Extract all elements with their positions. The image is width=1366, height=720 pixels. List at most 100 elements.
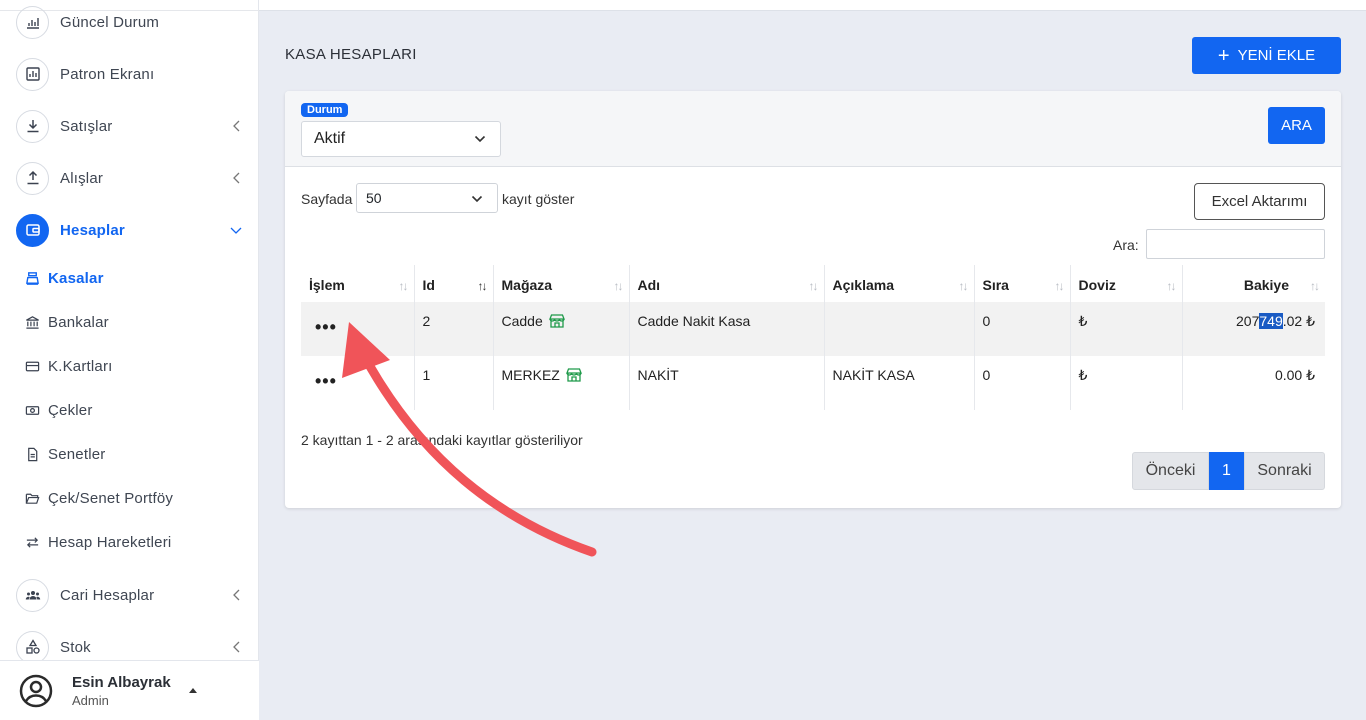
- sidebar-item-label: Cari Hesaplar: [60, 586, 155, 604]
- sidebar-item-kasalar[interactable]: Kasalar: [24, 264, 244, 292]
- cell-currency: ₺: [1070, 302, 1183, 356]
- sidebar-item-kkartlari[interactable]: K.Kartları: [24, 352, 244, 380]
- sidebar-item-cari-hesaplar[interactable]: Cari Hesaplar: [16, 577, 248, 613]
- sort-active-icon: ↑↓: [477, 279, 488, 293]
- sort-icon: ↑↓: [808, 279, 819, 293]
- header-label: Doviz: [1078, 277, 1116, 293]
- document-icon: [24, 446, 40, 462]
- user-name: Esin Albayrak: [72, 673, 171, 691]
- chevron-left-icon: [233, 641, 240, 653]
- chevron-down-icon: [230, 227, 242, 234]
- sort-icon: ↑↓: [613, 279, 624, 293]
- cell-action: •••: [301, 356, 415, 410]
- add-new-button[interactable]: + YENİ EKLE: [1192, 37, 1341, 74]
- column-header-doviz[interactable]: Doviz ↑↓: [1070, 265, 1183, 302]
- status-select-value: Aktif: [314, 130, 346, 147]
- column-header-aciklama[interactable]: Açıklama ↑↓: [824, 265, 975, 302]
- accounts-card: Aktif Durum ARA Sayfada 50 kayıt göster …: [285, 91, 1341, 508]
- folder-open-icon: [24, 490, 40, 506]
- cell-description: [824, 302, 975, 356]
- sub-item-label: Çekler: [48, 401, 93, 419]
- column-header-id[interactable]: Id ↑↓: [414, 265, 494, 302]
- chevron-left-icon: [233, 120, 240, 132]
- cell-store: Cadde: [493, 302, 630, 356]
- bar-chart-icon: [16, 57, 49, 91]
- table-row: ••• 1 MERKEZ NAKİT NAKİT KASA 0 ₺ 0.00 ₺: [301, 356, 1325, 410]
- store-name: MERKEZ: [501, 367, 560, 383]
- upload-icon: [16, 161, 49, 195]
- table-header-row: İşlem ↑↓ Id ↑↓ Mağaza ↑↓ Adı ↑↓ Açıklama ↑↓ S…: [301, 265, 1325, 302]
- column-header-magaza[interactable]: Mağaza ↑↓: [493, 265, 630, 302]
- sort-icon: ↑↓: [1166, 279, 1177, 293]
- user-menu[interactable]: Esin Albayrak Admin: [0, 660, 259, 720]
- current-page-button[interactable]: 1: [1209, 452, 1244, 490]
- sidebar-item-guncel-durum[interactable]: Güncel Durum: [16, 4, 248, 40]
- previous-page-button[interactable]: Önceki: [1132, 452, 1209, 490]
- add-new-label: YENİ EKLE: [1237, 47, 1316, 64]
- row-actions-button[interactable]: •••: [315, 317, 337, 338]
- sidebar-item-label: Hesaplar: [60, 221, 125, 239]
- sidebar-item-hesaplar[interactable]: Hesaplar: [16, 212, 248, 248]
- header-label: Adı: [637, 277, 661, 293]
- sidebar-item-patron-ekrani[interactable]: Patron Ekranı: [16, 56, 248, 92]
- sidebar-item-senetler[interactable]: Senetler: [24, 440, 244, 468]
- sort-icon: ↑↓: [1310, 279, 1320, 293]
- sidebar-item-cekler[interactable]: Çekler: [24, 396, 244, 424]
- page-title: KASA HESAPLARI: [285, 46, 417, 63]
- column-header-islem[interactable]: İşlem ↑↓: [301, 265, 415, 302]
- search-button[interactable]: ARA: [1268, 107, 1325, 144]
- sub-item-label: Çek/Senet Portföy: [48, 489, 174, 507]
- chevron-left-icon: [233, 172, 240, 184]
- sidebar-item-alislar[interactable]: Alışlar: [16, 160, 248, 196]
- sidebar-item-label: Satışlar: [60, 117, 113, 135]
- column-header-bakiye[interactable]: Bakiye ↑↓: [1182, 265, 1325, 302]
- header-label: Mağaza: [501, 277, 553, 293]
- page-size-prefix: Sayfada: [301, 191, 353, 207]
- cell-order: 0: [974, 302, 1071, 356]
- sub-item-label: Hesap Hareketleri: [48, 533, 172, 551]
- plus-icon: +: [1217, 44, 1230, 67]
- sidebar: Güncel Durum Patron Ekranı Satışlar Alış…: [0, 0, 259, 720]
- sidebar-item-cek-senet-portfoy[interactable]: Çek/Senet Portföy: [24, 484, 244, 512]
- table-info: 2 kayıttan 1 - 2 arasındaki kayıtlar gös…: [301, 432, 583, 448]
- sub-item-label: Kasalar: [48, 269, 104, 287]
- page-size-select[interactable]: 50: [356, 183, 498, 213]
- cell-store: MERKEZ: [493, 356, 630, 410]
- filter-bar: Aktif Durum ARA: [285, 91, 1341, 167]
- exchange-icon: [24, 534, 40, 550]
- row-actions-button[interactable]: •••: [315, 371, 337, 392]
- column-header-adi[interactable]: Adı ↑↓: [629, 265, 825, 302]
- excel-export-button[interactable]: Excel Aktarımı: [1194, 183, 1325, 220]
- balance-part: 0.00 ₺: [1274, 367, 1315, 383]
- table-search-input[interactable]: [1146, 229, 1325, 259]
- pagination: Önceki 1 Sonraki: [1132, 452, 1325, 490]
- chevron-down-icon: [471, 195, 483, 203]
- store-icon: [565, 368, 582, 382]
- sub-item-label: Bankalar: [48, 313, 109, 331]
- sort-icon: ↑↓: [958, 279, 969, 293]
- status-select[interactable]: Aktif: [301, 121, 501, 157]
- next-page-button[interactable]: Sonraki: [1244, 452, 1325, 490]
- money-icon: [24, 402, 40, 418]
- cell-name: Cadde Nakit Kasa: [629, 302, 825, 356]
- sidebar-item-hesap-hareketleri[interactable]: Hesap Hareketleri: [24, 528, 244, 556]
- cell-balance: 207749.02 ₺: [1182, 302, 1325, 356]
- shapes-icon: [16, 630, 49, 664]
- sidebar-item-bankalar[interactable]: Bankalar: [24, 308, 244, 336]
- store-name: Cadde: [501, 313, 543, 329]
- bank-icon: [24, 314, 40, 330]
- column-header-sira[interactable]: Sıra ↑↓: [974, 265, 1071, 302]
- sidebar-item-label: Güncel Durum: [60, 13, 160, 31]
- user-role: Admin: [72, 692, 109, 708]
- store-icon: [548, 314, 565, 328]
- caret-up-icon[interactable]: [188, 688, 197, 693]
- chart-icon: [16, 5, 49, 39]
- sidebar-item-label: Alışlar: [60, 169, 104, 187]
- header-label: İşlem: [309, 277, 345, 293]
- cell-currency: ₺: [1070, 356, 1183, 410]
- header-label: Açıklama: [832, 277, 894, 293]
- cell-order: 0: [974, 356, 1071, 410]
- cell-id: 1: [414, 356, 494, 410]
- sidebar-item-satislar[interactable]: Satışlar: [16, 108, 248, 144]
- users-icon: [16, 578, 49, 612]
